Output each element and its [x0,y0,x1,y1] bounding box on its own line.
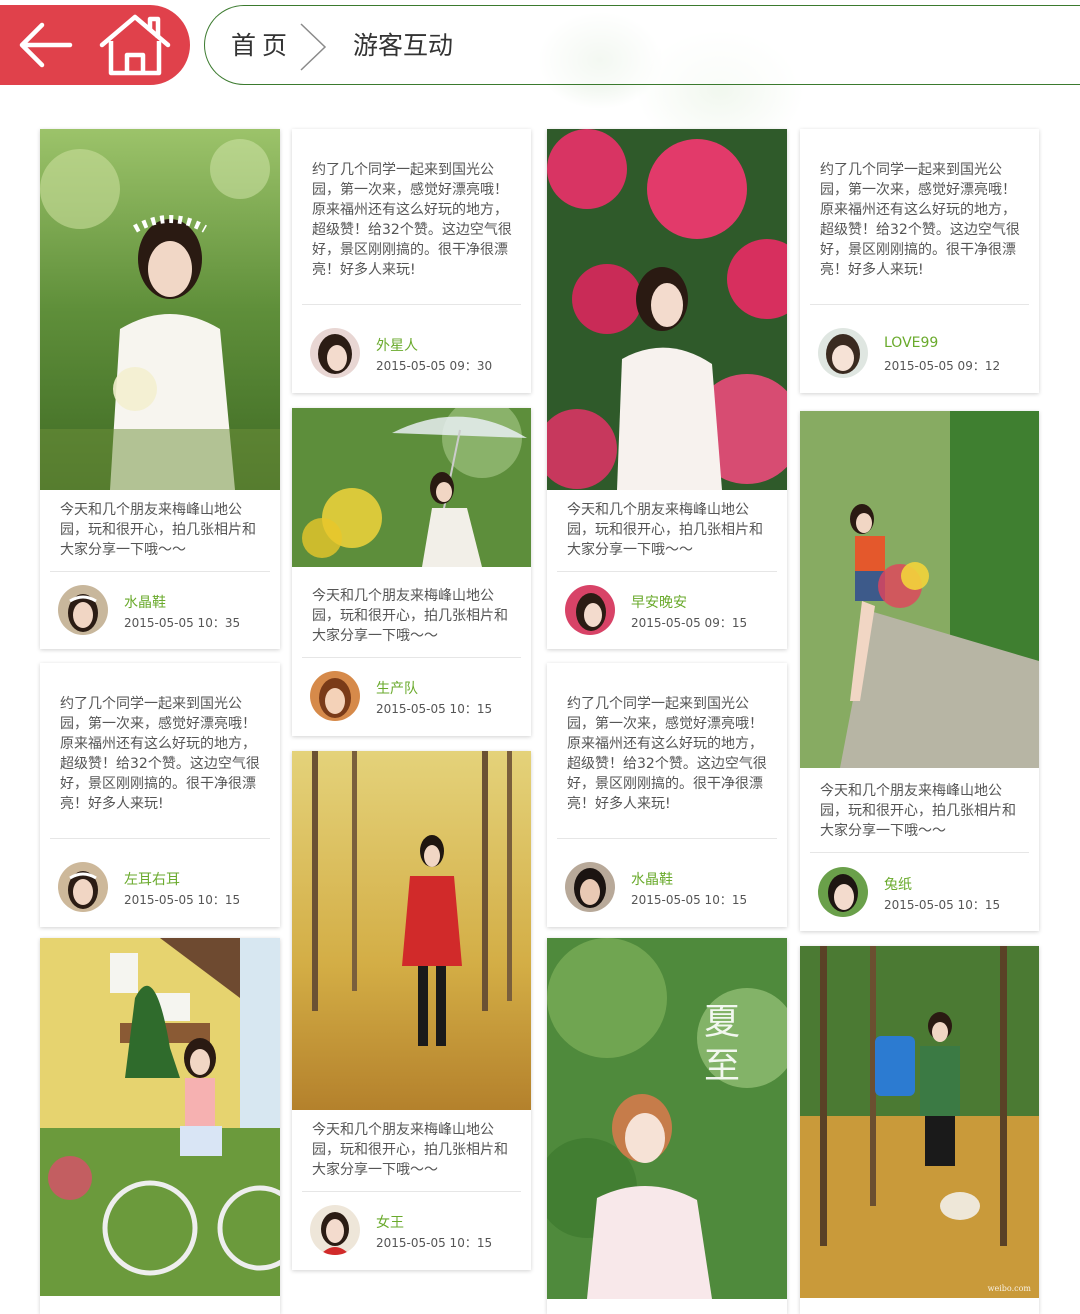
divider [302,657,521,658]
avatar[interactable] [310,671,360,721]
username[interactable]: 左耳右耳 [124,869,180,889]
username[interactable]: 水晶鞋 [124,592,166,612]
arrow-left-icon [19,22,73,68]
username[interactable]: LOVE99 [884,335,938,351]
username[interactable]: 早安晚安 [631,592,687,612]
photo-caption: 夏至 [698,1002,739,1090]
divider [810,304,1029,305]
home-icon [99,14,171,76]
divider [50,571,270,572]
chevron-right-icon [300,23,327,71]
breadcrumb: 首页 游客互动 [204,5,1080,85]
post-text: 今天和几个朋友来梅峰山地公园，玩和很开心，拍几张相片和大家分享一下哦～～ [312,1122,508,1178]
nav-pill [0,5,190,85]
post-card[interactable]: 约了几个同学一起来到国光公园，第一次来，感觉好漂亮哦！原来福州还有这么好玩的地方… [547,663,787,927]
username[interactable]: 兔纸 [884,874,912,894]
post-time: 2015-05-05 09：12 [884,359,1001,373]
post-card[interactable]: 约了几个同学一起来到国光公园，第一次来，感觉好漂亮哦！原来福州还有这么好玩的地方… [40,663,280,927]
post-text: 今天和几个朋友来梅峰山地公园，玩和很开心，拍几张相片和大家分享一下哦～～ [820,783,1016,839]
post-card[interactable]: 约了几个同学一起来到国光公园，第一次来，感觉好漂亮哦！原来福州还有这么好玩的地方… [292,129,531,393]
avatar[interactable] [565,862,615,912]
post-text: 约了几个同学一起来到国光公园，第一次来，感觉好漂亮哦！原来福州还有这么好玩的地方… [312,162,512,278]
post-time: 2015-05-05 10：15 [376,702,493,716]
avatar[interactable] [818,328,868,378]
header: 首页 游客互动 [0,0,1080,100]
post-photo[interactable] [800,411,1039,768]
post-time: 2015-05-05 10：15 [124,893,241,907]
post-card[interactable]: 夏至 [547,938,787,1314]
breadcrumb-home-link[interactable]: 首页 [231,26,293,62]
post-card[interactable] [40,938,280,1314]
username[interactable]: 女王 [376,1212,404,1232]
divider [810,852,1029,853]
avatar[interactable] [58,862,108,912]
post-photo[interactable] [292,751,531,1110]
post-photo[interactable] [292,408,531,567]
post-time: 2015-05-05 10：35 [124,616,241,630]
post-photo[interactable] [800,946,1039,1298]
post-text: 今天和几个朋友来梅峰山地公园，玩和很开心，拍几张相片和大家分享一下哦～～ [60,502,256,558]
avatar[interactable] [818,867,868,917]
post-card[interactable]: 今天和几个朋友来梅峰山地公园，玩和很开心，拍几张相片和大家分享一下哦～～ 兔纸 … [800,411,1039,931]
breadcrumb-current: 游客互动 [353,31,454,60]
avatar[interactable] [310,1205,360,1255]
post-text: 约了几个同学一起来到国光公园，第一次来，感觉好漂亮哦！原来福州还有这么好玩的地方… [567,696,767,812]
username[interactable]: 生产队 [376,678,418,698]
divider [557,571,777,572]
post-time: 2015-05-05 10：15 [631,893,748,907]
post-card[interactable]: 今天和几个朋友来梅峰山地公园，玩和很开心，拍几张相片和大家分享一下哦～～ 水晶鞋… [40,129,280,649]
post-text: 今天和几个朋友来梅峰山地公园，玩和很开心，拍几张相片和大家分享一下哦～～ [567,502,763,558]
post-card[interactable]: 今天和几个朋友来梅峰山地公园，玩和很开心，拍几张相片和大家分享一下哦～～ 生产队… [292,408,531,736]
post-photo[interactable] [40,129,280,490]
post-card[interactable]: 今天和几个朋友来梅峰山地公园，玩和很开心，拍几张相片和大家分享一下哦～～ 早安晚… [547,129,787,649]
divider [50,838,270,839]
avatar[interactable] [58,585,108,635]
post-photo[interactable] [547,938,787,1299]
post-photo[interactable] [547,129,787,490]
post-card[interactable]: 约了几个同学一起来到国光公园，第一次来，感觉好漂亮哦！原来福州还有这么好玩的地方… [800,129,1039,393]
post-photo[interactable] [40,938,280,1296]
post-text: 今天和几个朋友来梅峰山地公园，玩和很开心，拍几张相片和大家分享一下哦～～ [312,588,508,644]
post-card[interactable]: 今天和几个朋友来梅峰山地公园，玩和很开心，拍几张相片和大家分享一下哦～～ 女王 … [292,751,531,1270]
back-button[interactable] [14,15,78,75]
avatar[interactable] [565,585,615,635]
divider [302,304,521,305]
post-time: 2015-05-05 09：30 [376,359,493,373]
username[interactable]: 水晶鞋 [631,869,673,889]
post-text: 约了几个同学一起来到国光公园，第一次来，感觉好漂亮哦！原来福州还有这么好玩的地方… [60,696,260,812]
home-button[interactable] [96,11,174,79]
post-time: 2015-05-05 10：15 [884,898,1001,912]
post-time: 2015-05-05 10：15 [376,1236,493,1250]
post-text: 约了几个同学一起来到国光公园，第一次来，感觉好漂亮哦！原来福州还有这么好玩的地方… [820,162,1020,278]
post-time: 2015-05-05 09：15 [631,616,748,630]
divider [557,838,777,839]
post-card[interactable]: weibo.com [800,946,1039,1314]
avatar[interactable] [310,328,360,378]
divider [302,1191,521,1192]
photo-caption: weibo.com [987,1284,1031,1293]
username[interactable]: 外星人 [376,335,418,355]
